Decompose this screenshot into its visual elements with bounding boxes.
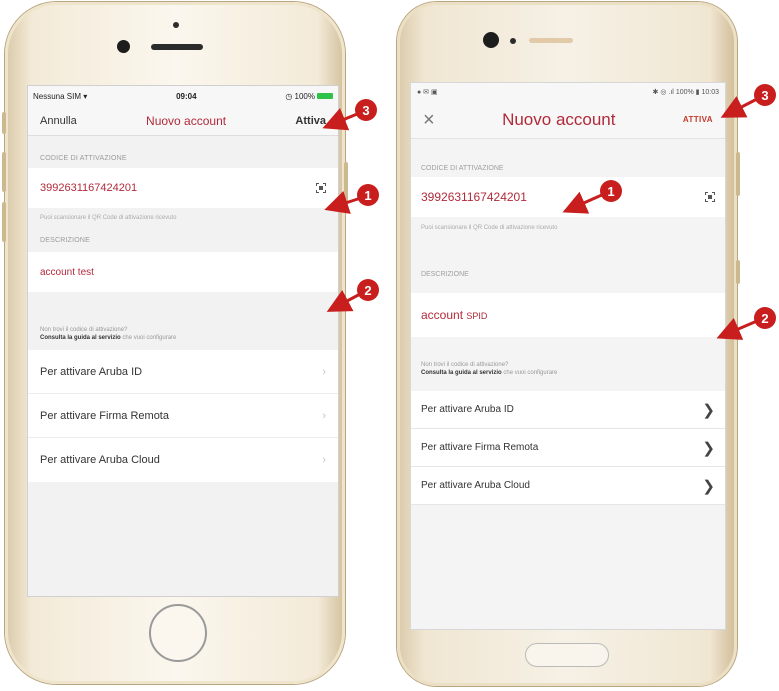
activate-button[interactable]: Attiva bbox=[295, 115, 326, 127]
clock: 09:04 bbox=[176, 91, 197, 101]
activation-code-field[interactable]: 3992631167424201 bbox=[28, 168, 338, 208]
callout-badge-3: 3 bbox=[355, 99, 377, 121]
list-item-label: Per attivare Firma Remota bbox=[40, 409, 169, 422]
iphone-screen: Nessuna SIM ▾ 09:04 ◷ 100% Annulla Nuovo… bbox=[27, 85, 339, 597]
callout-badge-3: 3 bbox=[754, 84, 776, 106]
qr-scan-icon[interactable] bbox=[705, 192, 715, 202]
description-value: account test bbox=[40, 266, 94, 278]
close-icon[interactable]: × bbox=[423, 110, 435, 130]
list-item-label: Per attivare Aruba Cloud bbox=[421, 480, 530, 491]
help-line-2: Consulta la guida al servizio che vuoi c… bbox=[421, 370, 558, 376]
help-guide-link[interactable]: Consulta la guida al servizio bbox=[421, 370, 502, 376]
qr-note: Puoi scansionare il QR Code di attivazio… bbox=[421, 225, 558, 231]
system-indicators: ✱ ◎ .ıl 100% ▮ 10:03 bbox=[652, 89, 719, 96]
list-item-label: Per attivare Aruba ID bbox=[40, 365, 143, 378]
activation-code-label: CODICE DI ATTIVAZIONE bbox=[40, 155, 127, 162]
description-label: DESCRIZIONE bbox=[421, 271, 469, 278]
list-item-aruba-cloud[interactable]: Per attivare Aruba Cloud › bbox=[28, 438, 338, 482]
notification-icons: ● ✉ ▣ bbox=[417, 89, 438, 96]
front-camera-icon bbox=[117, 40, 130, 53]
list-item-aruba-id[interactable]: Per attivare Aruba ID ❯ bbox=[411, 391, 725, 429]
list-item-label: Per attivare Aruba Cloud bbox=[40, 454, 160, 466]
qr-scan-icon[interactable] bbox=[316, 183, 326, 193]
battery-icon bbox=[317, 93, 333, 100]
list-item-aruba-cloud[interactable]: Per attivare Aruba Cloud ❯ bbox=[411, 467, 725, 505]
power-button bbox=[736, 260, 740, 284]
chevron-right-icon: ❯ bbox=[702, 439, 715, 457]
sensor-icon bbox=[510, 38, 516, 44]
callout-badge-1: 1 bbox=[357, 184, 379, 206]
guide-list: Per attivare Aruba ID ❯ Per attivare Fir… bbox=[411, 391, 725, 505]
proximity-sensor bbox=[173, 22, 179, 28]
volume-button bbox=[736, 152, 740, 196]
front-camera-icon bbox=[483, 32, 499, 48]
home-button[interactable] bbox=[525, 643, 609, 667]
guide-list: Per attivare Aruba ID › Per attivare Fir… bbox=[28, 350, 338, 482]
help-text: Non trovi il codice di attivazione? Cons… bbox=[28, 326, 338, 342]
volume-down-button bbox=[2, 202, 6, 242]
page-title: Nuovo account bbox=[146, 113, 227, 128]
android-status-bar: ● ✉ ▣ ✱ ◎ .ıl 100% ▮ 10:03 bbox=[411, 83, 725, 101]
alarm-icon: ◷ bbox=[285, 91, 293, 101]
description-value: account SPID bbox=[421, 308, 488, 322]
list-item-firma-remota[interactable]: Per attivare Firma Remota › bbox=[28, 394, 338, 438]
iphone-device: Nessuna SIM ▾ 09:04 ◷ 100% Annulla Nuovo… bbox=[2, 2, 348, 684]
list-item-label: Per attivare Aruba ID bbox=[421, 404, 514, 415]
chevron-right-icon: › bbox=[322, 409, 326, 422]
activation-code-label: CODICE DI ATTIVAZIONE bbox=[421, 165, 504, 172]
carrier-label: Nessuna SIM ▾ bbox=[33, 91, 88, 101]
home-button[interactable] bbox=[149, 604, 207, 662]
callout-badge-1: 1 bbox=[600, 180, 622, 202]
battery-indicator: ◷ 100% bbox=[285, 92, 333, 101]
activation-code-value: 3992631167424201 bbox=[421, 190, 527, 204]
chevron-right-icon: ❯ bbox=[702, 477, 715, 495]
power-button bbox=[344, 162, 348, 210]
earpiece-speaker bbox=[529, 38, 573, 43]
mute-switch bbox=[2, 112, 6, 134]
android-screen: ● ✉ ▣ ✱ ◎ .ıl 100% ▮ 10:03 × Nuovo accou… bbox=[410, 82, 726, 630]
android-app-bar: × Nuovo account ATTIVA bbox=[411, 101, 725, 139]
callout-badge-2: 2 bbox=[754, 307, 776, 329]
screenshot-stage: Nessuna SIM ▾ 09:04 ◷ 100% Annulla Nuovo… bbox=[0, 0, 779, 691]
activate-button[interactable]: ATTIVA bbox=[683, 115, 713, 124]
help-line-2: Consulta la guida al servizio che vuoi c… bbox=[40, 335, 177, 341]
cancel-button[interactable]: Annulla bbox=[40, 115, 77, 127]
description-field[interactable]: account test bbox=[28, 252, 338, 292]
callout-badge-2: 2 bbox=[357, 279, 379, 301]
android-device: ● ✉ ▣ ✱ ◎ .ıl 100% ▮ 10:03 × Nuovo accou… bbox=[397, 2, 740, 686]
description-label: DESCRIZIONE bbox=[40, 237, 91, 244]
earpiece-speaker bbox=[151, 44, 203, 50]
clock: 10:03 bbox=[701, 89, 719, 96]
help-guide-link[interactable]: Consulta la guida al servizio bbox=[40, 335, 121, 341]
help-line-1: Non trovi il codice di attivazione? bbox=[40, 327, 128, 333]
list-item-aruba-id[interactable]: Per attivare Aruba ID › bbox=[28, 350, 338, 394]
chevron-right-icon: › bbox=[322, 454, 326, 466]
activation-code-value: 3992631167424201 bbox=[40, 182, 138, 194]
ios-status-bar: Nessuna SIM ▾ 09:04 ◷ 100% bbox=[28, 86, 338, 106]
qr-note: Puoi scansionare il QR Code di attivazio… bbox=[40, 215, 177, 221]
wifi-icon: ▾ bbox=[83, 91, 88, 101]
volume-up-button bbox=[2, 152, 6, 192]
help-text: Non trovi il codice di attivazione? Cons… bbox=[411, 361, 725, 377]
activation-code-field[interactable]: 3992631167424201 bbox=[411, 177, 725, 217]
chevron-right-icon: › bbox=[322, 365, 326, 378]
list-item-firma-remota[interactable]: Per attivare Firma Remota ❯ bbox=[411, 429, 725, 467]
page-title: Nuovo account bbox=[502, 109, 616, 129]
chevron-right-icon: ❯ bbox=[702, 401, 715, 419]
ios-nav-bar: Annulla Nuovo account Attiva bbox=[28, 106, 338, 136]
help-line-1: Non trovi il codice di attivazione? bbox=[421, 362, 509, 368]
list-item-label: Per attivare Firma Remota bbox=[421, 442, 539, 453]
description-field[interactable]: account SPID bbox=[411, 293, 725, 337]
